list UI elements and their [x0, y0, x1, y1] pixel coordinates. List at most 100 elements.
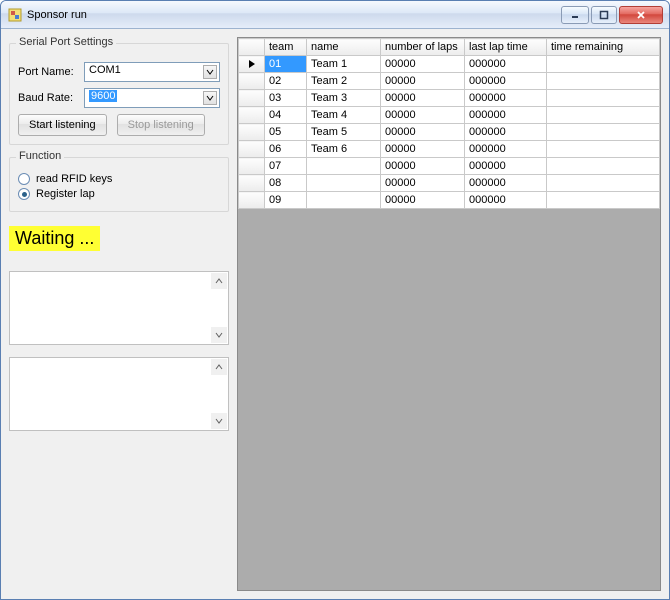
col-team[interactable]: team	[265, 39, 307, 56]
cell-last[interactable]: 000000	[465, 192, 547, 209]
radio-icon	[18, 173, 30, 185]
cell-last[interactable]: 000000	[465, 90, 547, 107]
cell-last[interactable]: 000000	[465, 107, 547, 124]
cell-last[interactable]: 000000	[465, 124, 547, 141]
cell-team[interactable]: 02	[265, 73, 307, 90]
baud-rate-label: Baud Rate:	[18, 92, 78, 104]
table-row[interactable]: 05Team 500000000000	[239, 124, 660, 141]
cell-last[interactable]: 000000	[465, 158, 547, 175]
cell-name[interactable]: Team 1	[307, 56, 381, 73]
cell-last[interactable]: 000000	[465, 56, 547, 73]
cell-laps[interactable]: 00000	[381, 90, 465, 107]
cell-name[interactable]: Team 4	[307, 107, 381, 124]
cell-remain[interactable]	[547, 141, 660, 158]
scroll-up-icon[interactable]	[211, 359, 227, 375]
cell-name[interactable]: Team 2	[307, 73, 381, 90]
col-laps[interactable]: number of laps	[381, 39, 465, 56]
close-button[interactable]	[619, 6, 663, 24]
cell-remain[interactable]	[547, 73, 660, 90]
status-label: Waiting ...	[9, 226, 100, 251]
cell-laps[interactable]: 00000	[381, 73, 465, 90]
cell-laps[interactable]: 00000	[381, 107, 465, 124]
cell-laps[interactable]: 00000	[381, 141, 465, 158]
cell-name[interactable]: Team 3	[307, 90, 381, 107]
row-pointer-icon	[239, 59, 264, 69]
baud-rate-select[interactable]: 9600	[84, 88, 220, 108]
row-header-cell[interactable]	[239, 73, 265, 90]
cell-remain[interactable]	[547, 124, 660, 141]
radio-read-rfid[interactable]: read RFID keys	[18, 173, 220, 185]
cell-team[interactable]: 08	[265, 175, 307, 192]
cell-team[interactable]: 05	[265, 124, 307, 141]
cell-name[interactable]	[307, 192, 381, 209]
row-header-cell[interactable]	[239, 158, 265, 175]
row-header-cell[interactable]	[239, 192, 265, 209]
cell-remain[interactable]	[547, 107, 660, 124]
corner-cell[interactable]	[239, 39, 265, 56]
cell-team[interactable]: 03	[265, 90, 307, 107]
cell-remain[interactable]	[547, 56, 660, 73]
cell-team[interactable]: 01	[265, 56, 307, 73]
data-grid-panel: team name number of laps last lap time t…	[237, 37, 661, 591]
cell-team[interactable]: 04	[265, 107, 307, 124]
cell-team[interactable]: 09	[265, 192, 307, 209]
cell-laps[interactable]: 00000	[381, 158, 465, 175]
table-row[interactable]: 01Team 100000000000	[239, 56, 660, 73]
table-row[interactable]: 03Team 300000000000	[239, 90, 660, 107]
cell-name[interactable]: Team 5	[307, 124, 381, 141]
row-header-cell[interactable]	[239, 90, 265, 107]
port-name-select[interactable]: COM1	[84, 62, 220, 82]
log-box-1[interactable]	[9, 271, 229, 345]
cell-remain[interactable]	[547, 175, 660, 192]
row-header-cell[interactable]	[239, 107, 265, 124]
cell-name[interactable]: Team 6	[307, 141, 381, 158]
scroll-down-icon[interactable]	[211, 413, 227, 429]
maximize-button[interactable]	[591, 6, 617, 24]
stop-listening-button[interactable]: Stop listening	[117, 114, 205, 136]
radio-register-label: Register lap	[36, 188, 95, 200]
cell-laps[interactable]: 00000	[381, 192, 465, 209]
cell-name[interactable]	[307, 175, 381, 192]
scroll-down-icon[interactable]	[211, 327, 227, 343]
table-row[interactable]: 08 00000000000	[239, 175, 660, 192]
col-name[interactable]: name	[307, 39, 381, 56]
cell-last[interactable]: 000000	[465, 175, 547, 192]
row-header-cell[interactable]	[239, 175, 265, 192]
data-grid[interactable]: team name number of laps last lap time t…	[238, 38, 660, 209]
table-row[interactable]: 04Team 400000000000	[239, 107, 660, 124]
table-row[interactable]: 09 00000000000	[239, 192, 660, 209]
function-group: Function read RFID keys Register lap	[9, 157, 229, 212]
cell-name[interactable]	[307, 158, 381, 175]
table-row[interactable]: 07 00000000000	[239, 158, 660, 175]
start-listening-button[interactable]: Start listening	[18, 114, 107, 136]
log-box-2[interactable]	[9, 357, 229, 431]
row-header-cell[interactable]	[239, 124, 265, 141]
row-header-cell[interactable]	[239, 141, 265, 158]
port-name-label: Port Name:	[18, 66, 78, 78]
cell-remain[interactable]	[547, 90, 660, 107]
minimize-button[interactable]	[561, 6, 589, 24]
window: Sponsor run Serial Port Settings Port Na…	[0, 0, 670, 600]
radio-read-label: read RFID keys	[36, 173, 112, 185]
titlebar[interactable]: Sponsor run	[1, 1, 669, 29]
cell-team[interactable]: 06	[265, 141, 307, 158]
cell-last[interactable]: 000000	[465, 141, 547, 158]
cell-laps[interactable]: 00000	[381, 56, 465, 73]
scroll-up-icon[interactable]	[211, 273, 227, 289]
radio-register-lap[interactable]: Register lap	[18, 188, 220, 200]
table-row[interactable]: 06Team 600000000000	[239, 141, 660, 158]
cell-laps[interactable]: 00000	[381, 124, 465, 141]
client-area: Serial Port Settings Port Name: COM1 Bau…	[1, 29, 669, 599]
cell-team[interactable]: 07	[265, 158, 307, 175]
port-name-value: COM1	[89, 64, 121, 76]
function-group-label: Function	[16, 150, 64, 162]
cell-remain[interactable]	[547, 158, 660, 175]
col-last[interactable]: last lap time	[465, 39, 547, 56]
row-header-cell[interactable]	[239, 56, 265, 73]
cell-remain[interactable]	[547, 192, 660, 209]
table-row[interactable]: 02Team 200000000000	[239, 73, 660, 90]
cell-laps[interactable]: 00000	[381, 175, 465, 192]
app-icon	[7, 7, 23, 23]
cell-last[interactable]: 000000	[465, 73, 547, 90]
col-remain[interactable]: time remaining	[547, 39, 660, 56]
